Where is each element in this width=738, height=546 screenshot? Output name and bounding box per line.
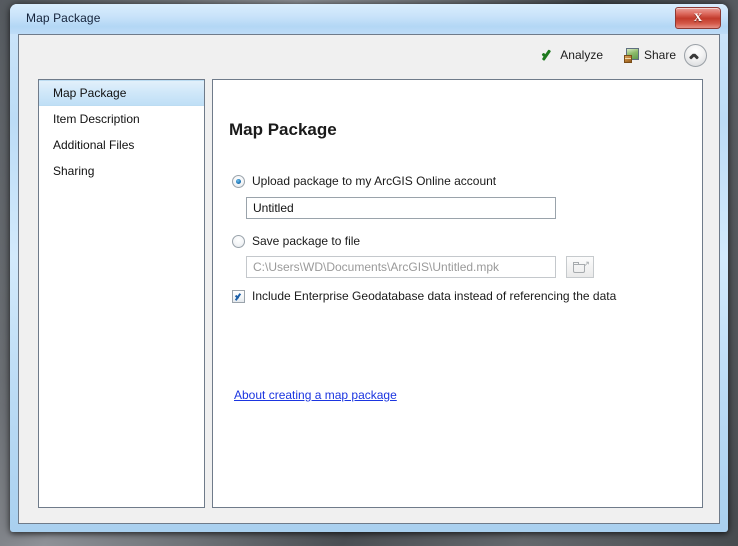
upload-package-label: Upload package to my ArcGIS Online accou… [252, 174, 497, 188]
dialog-toolbar: Analyze Share [19, 35, 719, 75]
analyze-button-label: Analyze [560, 48, 603, 62]
save-to-file-radio-row[interactable]: Save package to file [232, 234, 360, 248]
upload-package-radio-row[interactable]: Upload package to my ArcGIS Online accou… [232, 174, 496, 188]
save-to-file-radio[interactable] [232, 234, 245, 248]
share-button-label: Share [643, 48, 676, 62]
sidebar-item-item-description[interactable]: Item Description [39, 106, 204, 132]
include-geodatabase-label: Include Enterprise Geodatabase data inst… [252, 289, 617, 303]
title-bar[interactable]: Map Package X [10, 4, 728, 34]
page-title: Map Package [229, 120, 337, 139]
sidebar-item-additional-files[interactable]: Additional Files [39, 132, 204, 158]
save-to-file-label: Save package to file [252, 234, 361, 248]
analyze-button[interactable]: Analyze [541, 45, 603, 65]
collapse-toolbar-button[interactable] [684, 44, 707, 67]
browse-file-button[interactable]: ↗ [566, 256, 594, 278]
share-button[interactable]: Share [623, 45, 676, 65]
map-package-dialog-window: Map Package X Analyze Share Map Package [10, 4, 728, 532]
dialog-client-area: Analyze Share Map Package Item Descripti… [18, 34, 720, 524]
sidebar-item-sharing[interactable]: Sharing [39, 158, 204, 184]
include-geodatabase-checkbox[interactable] [232, 289, 245, 303]
about-creating-map-package-link[interactable]: About creating a map package [234, 388, 397, 402]
package-name-input[interactable] [246, 197, 556, 219]
chevron-up-icon [690, 53, 699, 62]
share-package-icon [623, 47, 640, 63]
folder-arrow-icon: ↗ [582, 259, 590, 269]
window-title: Map Package [26, 11, 101, 25]
check-icon [541, 48, 556, 63]
sidebar-item-map-package[interactable]: Map Package [39, 80, 204, 106]
sidebar-nav: Map Package Item Description Additional … [38, 79, 205, 508]
file-path-input[interactable] [246, 256, 556, 278]
close-icon: X [693, 10, 703, 24]
close-button[interactable]: X [675, 7, 721, 29]
include-geodatabase-checkbox-row[interactable]: Include Enterprise Geodatabase data inst… [232, 289, 616, 303]
upload-package-radio[interactable] [232, 174, 245, 188]
main-content-pane: Map Package Upload package to my ArcGIS … [212, 79, 703, 508]
